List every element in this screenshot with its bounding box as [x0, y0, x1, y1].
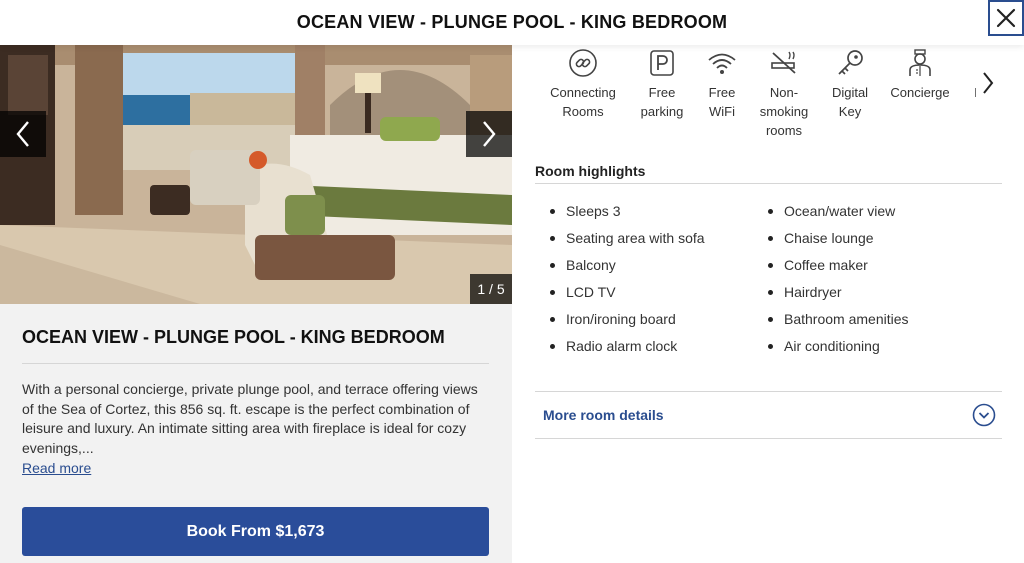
more-room-details-toggle[interactable]: More room details	[535, 391, 1002, 439]
highlights-title: Room highlights	[535, 163, 646, 179]
read-more-link[interactable]: Read more	[22, 460, 91, 476]
highlight-item: Iron/ironing board	[548, 309, 705, 336]
more-room-details-label: More room details	[543, 407, 664, 423]
amenity-non-smoking: Non- smoking rooms	[756, 45, 812, 140]
link-icon	[569, 49, 597, 77]
room-summary-panel: 1 / 5 OCEAN VIEW - PLUNGE POOL - KING BE…	[0, 45, 512, 563]
amenity-label: Key	[838, 104, 862, 119]
chevron-left-icon	[16, 121, 29, 147]
room-photo: 1 / 5	[0, 45, 512, 304]
amenity-label: rooms	[765, 123, 803, 138]
wifi-icon	[708, 53, 736, 74]
amenity-label: Rooms	[562, 104, 604, 119]
highlight-item: Ocean/water view	[766, 201, 909, 228]
book-button[interactable]: Book From $1,673	[22, 507, 489, 556]
highlights-list-col2: Ocean/water view Chaise lounge Coffee ma…	[766, 201, 909, 363]
key-icon	[838, 50, 863, 75]
chevron-down-circle-icon	[972, 403, 996, 427]
highlight-item: Bathroom amenities	[766, 309, 909, 336]
amenity-label: WiFi	[709, 104, 735, 119]
amenity-label: parking	[640, 104, 684, 119]
gallery-next-button[interactable]	[466, 111, 512, 157]
highlight-item: Air conditioning	[766, 336, 909, 363]
divider	[535, 183, 1002, 184]
amenities-carousel: Connecting Rooms Free parking Free WiFi …	[534, 45, 1014, 145]
highlight-item: LCD TV	[548, 282, 705, 309]
amenity-label: Non-	[769, 85, 799, 100]
highlight-item: Coffee maker	[766, 255, 909, 282]
gallery-counter: 1 / 5	[470, 274, 512, 304]
chevron-right-icon	[983, 72, 994, 94]
amenity-concierge: Concierge	[886, 45, 954, 102]
highlight-item: Chaise lounge	[766, 228, 909, 255]
amenity-digital-key: Digital Key	[828, 45, 872, 121]
room-details-panel: Connecting Rooms Free parking Free WiFi …	[512, 45, 1024, 563]
amenity-label: Free	[648, 85, 676, 100]
amenity-label: Connecting	[550, 85, 616, 100]
chevron-right-icon	[483, 121, 496, 147]
no-smoking-icon	[771, 51, 796, 74]
amenity-free-wifi: Free WiFi	[702, 45, 742, 121]
close-button[interactable]	[988, 0, 1024, 36]
amenity-label: Digital	[831, 85, 869, 100]
highlight-item: Seating area with sofa	[548, 228, 705, 255]
highlight-item: Hairdryer	[766, 282, 909, 309]
amenity-free-parking: Free parking	[634, 45, 690, 121]
highlight-item: Radio alarm clock	[548, 336, 705, 363]
close-icon	[996, 8, 1016, 28]
concierge-icon	[909, 49, 931, 76]
room-title: OCEAN VIEW - PLUNGE POOL - KING BEDROOM	[22, 327, 445, 347]
amenity-connecting-rooms: Connecting Rooms	[544, 45, 622, 121]
amenity-label: Concierge	[890, 85, 950, 100]
highlights-list-col1: Sleeps 3 Seating area with sofa Balcony …	[548, 201, 705, 363]
room-photo-image	[0, 45, 512, 304]
gallery-prev-button[interactable]	[0, 111, 46, 157]
amenity-label: Free	[708, 85, 736, 100]
modal-title: OCEAN VIEW - PLUNGE POOL - KING BEDROOM	[296, 12, 728, 32]
amenities-next-button[interactable]	[976, 67, 1000, 99]
room-description: With a personal concierge, private plung…	[22, 381, 478, 456]
modal-header: OCEAN VIEW - PLUNGE POOL - KING BEDROOM	[0, 0, 1024, 45]
highlight-item: Sleeps 3	[548, 201, 705, 228]
parking-icon	[650, 50, 674, 76]
amenity-label: smoking	[759, 104, 809, 119]
divider	[22, 363, 489, 364]
highlight-item: Balcony	[548, 255, 705, 282]
